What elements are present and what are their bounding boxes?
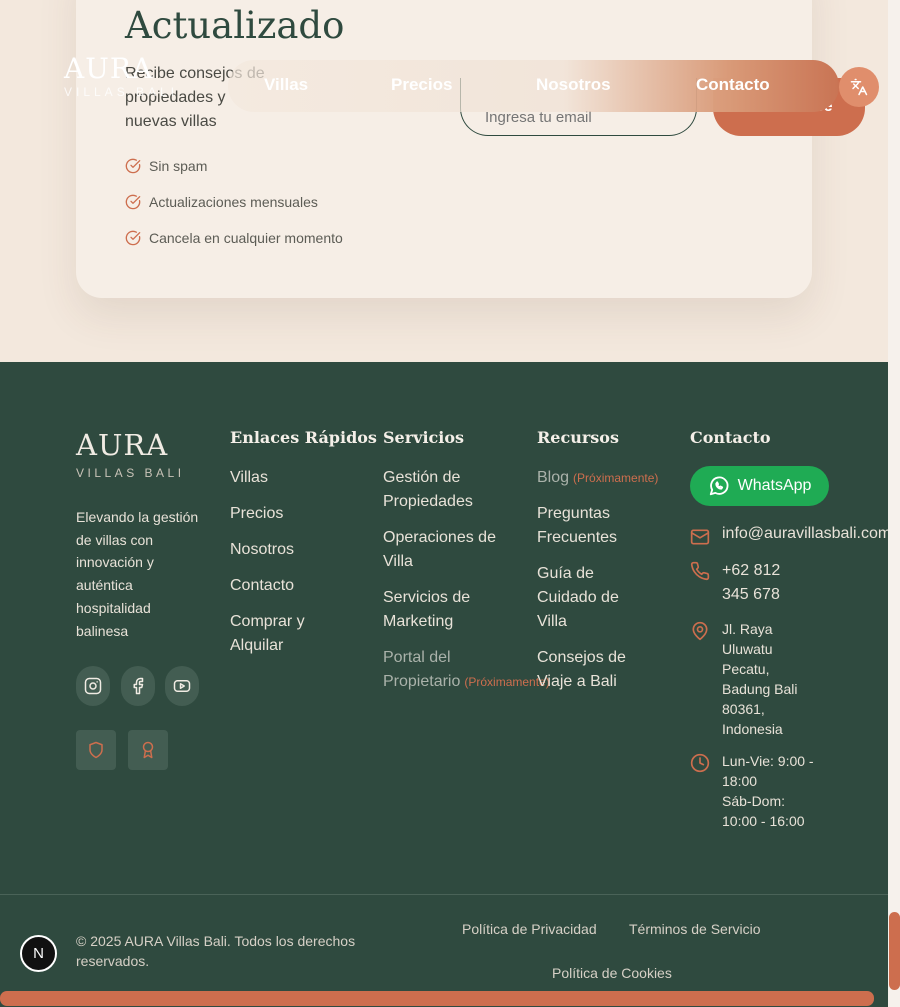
youtube-icon <box>173 680 191 692</box>
footer-link-label: Blog <box>537 469 570 486</box>
contact-email[interactable]: info@auravillasbali.com <box>690 525 888 547</box>
copyright-text: © 2025 AURA Villas Bali. Todos los derec… <box>76 933 356 969</box>
footer-link[interactable]: Comprar y Alquilar <box>230 610 350 658</box>
services-list: Gestión de Propiedades Operaciones de Vi… <box>383 466 550 706</box>
footer-link[interactable]: Consejos de Viaje a Bali <box>537 646 647 694</box>
check-circle-icon <box>125 230 141 246</box>
instagram-icon <box>84 677 102 695</box>
header-logo[interactable]: AURA VILLAS BALI <box>64 52 179 100</box>
feature-item: Actualizaciones mensuales <box>125 194 318 210</box>
footer-link-label: Portal del Propietario <box>383 649 461 690</box>
footer-link[interactable]: Villas <box>230 466 350 490</box>
footer-logo[interactable]: AURA VILLAS BALI <box>76 428 185 480</box>
feature-label: Cancela en cualquier momento <box>149 230 343 246</box>
email-text: info@auravillasbali.com <box>722 525 888 542</box>
cookies-policy-link[interactable]: Política de Cookies <box>552 965 672 981</box>
feature-label: Sin spam <box>149 158 208 174</box>
whatsapp-button[interactable]: WhatsApp <box>690 466 829 506</box>
phone-icon <box>690 561 710 581</box>
newsletter-title: Actualizado <box>125 4 345 47</box>
hours-weekend: Sáb-Dom: 10:00 - 16:00 <box>722 793 805 829</box>
footer-tagline: Elevando la gestión de villas con innova… <box>76 509 199 639</box>
award-icon <box>142 741 154 759</box>
quick-links-list: Villas Precios Nosotros Contacto Comprar… <box>230 466 350 670</box>
contact-phone[interactable]: +62 812 345 678 <box>690 559 792 607</box>
instagram-button[interactable] <box>76 666 110 706</box>
clock-icon <box>690 753 710 773</box>
address-text: Jl. Raya Uluwatu Pecatu, Badung Bali 803… <box>722 621 798 737</box>
quick-links-heading: Enlaces Rápidos <box>230 428 377 447</box>
youtube-button[interactable] <box>165 666 199 706</box>
nav-link-villas[interactable]: Villas <box>264 75 308 95</box>
terms-link[interactable]: Términos de Servicio <box>629 921 761 937</box>
language-button[interactable] <box>839 67 879 107</box>
footer-link[interactable]: Nosotros <box>230 538 350 562</box>
vertical-scrollbar-track[interactable] <box>888 0 900 1007</box>
horizontal-scrollbar-thumb[interactable] <box>0 991 874 1006</box>
footer-link[interactable]: Servicios de Marketing <box>383 586 513 634</box>
privacy-policy-link[interactable]: Política de Privacidad <box>462 921 597 937</box>
nav-link-nosotros[interactable]: Nosotros <box>536 75 611 95</box>
footer: AURA VILLAS BALI Elevando la gestión de … <box>0 362 888 1007</box>
nav-link-contacto[interactable]: Contacto <box>696 75 770 95</box>
contact-heading: Contacto <box>690 428 771 447</box>
phone-text: +62 812 345 678 <box>722 562 781 603</box>
dev-tools-badge[interactable]: N <box>20 935 57 972</box>
contact-address: Jl. Raya Uluwatu Pecatu, Badung Bali 803… <box>690 619 802 739</box>
footer-logo-name: AURA <box>76 428 169 462</box>
footer-link-disabled: Portal del Propietario (Próximamente) <box>383 646 550 694</box>
main-nav: Villas Precios Nosotros Contacto <box>228 60 839 112</box>
whatsapp-label: WhatsApp <box>737 477 812 494</box>
translate-icon <box>850 78 868 96</box>
footer-link[interactable]: Precios <box>230 502 350 526</box>
contact-hours: Lun-Vie: 9:00 - 18:00 Sáb-Dom: 10:00 - 1… <box>690 751 817 831</box>
check-circle-icon <box>125 194 141 210</box>
award-badge <box>128 730 168 770</box>
footer-link[interactable]: Contacto <box>230 574 350 598</box>
footer-logo-subtitle: VILLAS BALI <box>76 466 185 480</box>
facebook-button[interactable] <box>121 666 155 706</box>
footer-link[interactable]: Gestión de Propiedades <box>383 466 513 514</box>
feature-label: Actualizaciones mensuales <box>149 194 318 210</box>
vertical-scrollbar-thumb[interactable] <box>889 912 900 990</box>
logo-subtitle: VILLAS BALI <box>64 85 179 99</box>
logo-name: AURA <box>64 52 154 85</box>
map-pin-icon <box>692 621 708 641</box>
whatsapp-icon <box>709 476 729 496</box>
mail-icon <box>690 529 710 545</box>
coming-soon-label: (Próximamente) <box>573 471 659 485</box>
check-circle-icon <box>125 158 141 174</box>
facebook-icon <box>133 677 144 695</box>
footer-link[interactable]: Operaciones de Villa <box>383 526 513 574</box>
security-badge <box>76 730 116 770</box>
nav-link-precios[interactable]: Precios <box>391 75 452 95</box>
footer-link[interactable]: Preguntas Frecuentes <box>537 502 637 550</box>
feature-item: Sin spam <box>125 158 207 174</box>
footer-link[interactable]: Guía de Cuidado de Villa <box>537 562 637 634</box>
hours-weekday: Lun-Vie: 9:00 - 18:00 <box>722 753 814 789</box>
feature-item: Cancela en cualquier momento <box>125 230 343 246</box>
shield-icon <box>89 741 103 759</box>
resources-heading: Recursos <box>537 428 619 447</box>
resources-list: Blog (Próximamente) Preguntas Frecuentes … <box>537 466 677 706</box>
footer-divider <box>0 894 888 895</box>
services-heading: Servicios <box>383 428 465 447</box>
footer-link-disabled: Blog (Próximamente) <box>537 466 677 490</box>
